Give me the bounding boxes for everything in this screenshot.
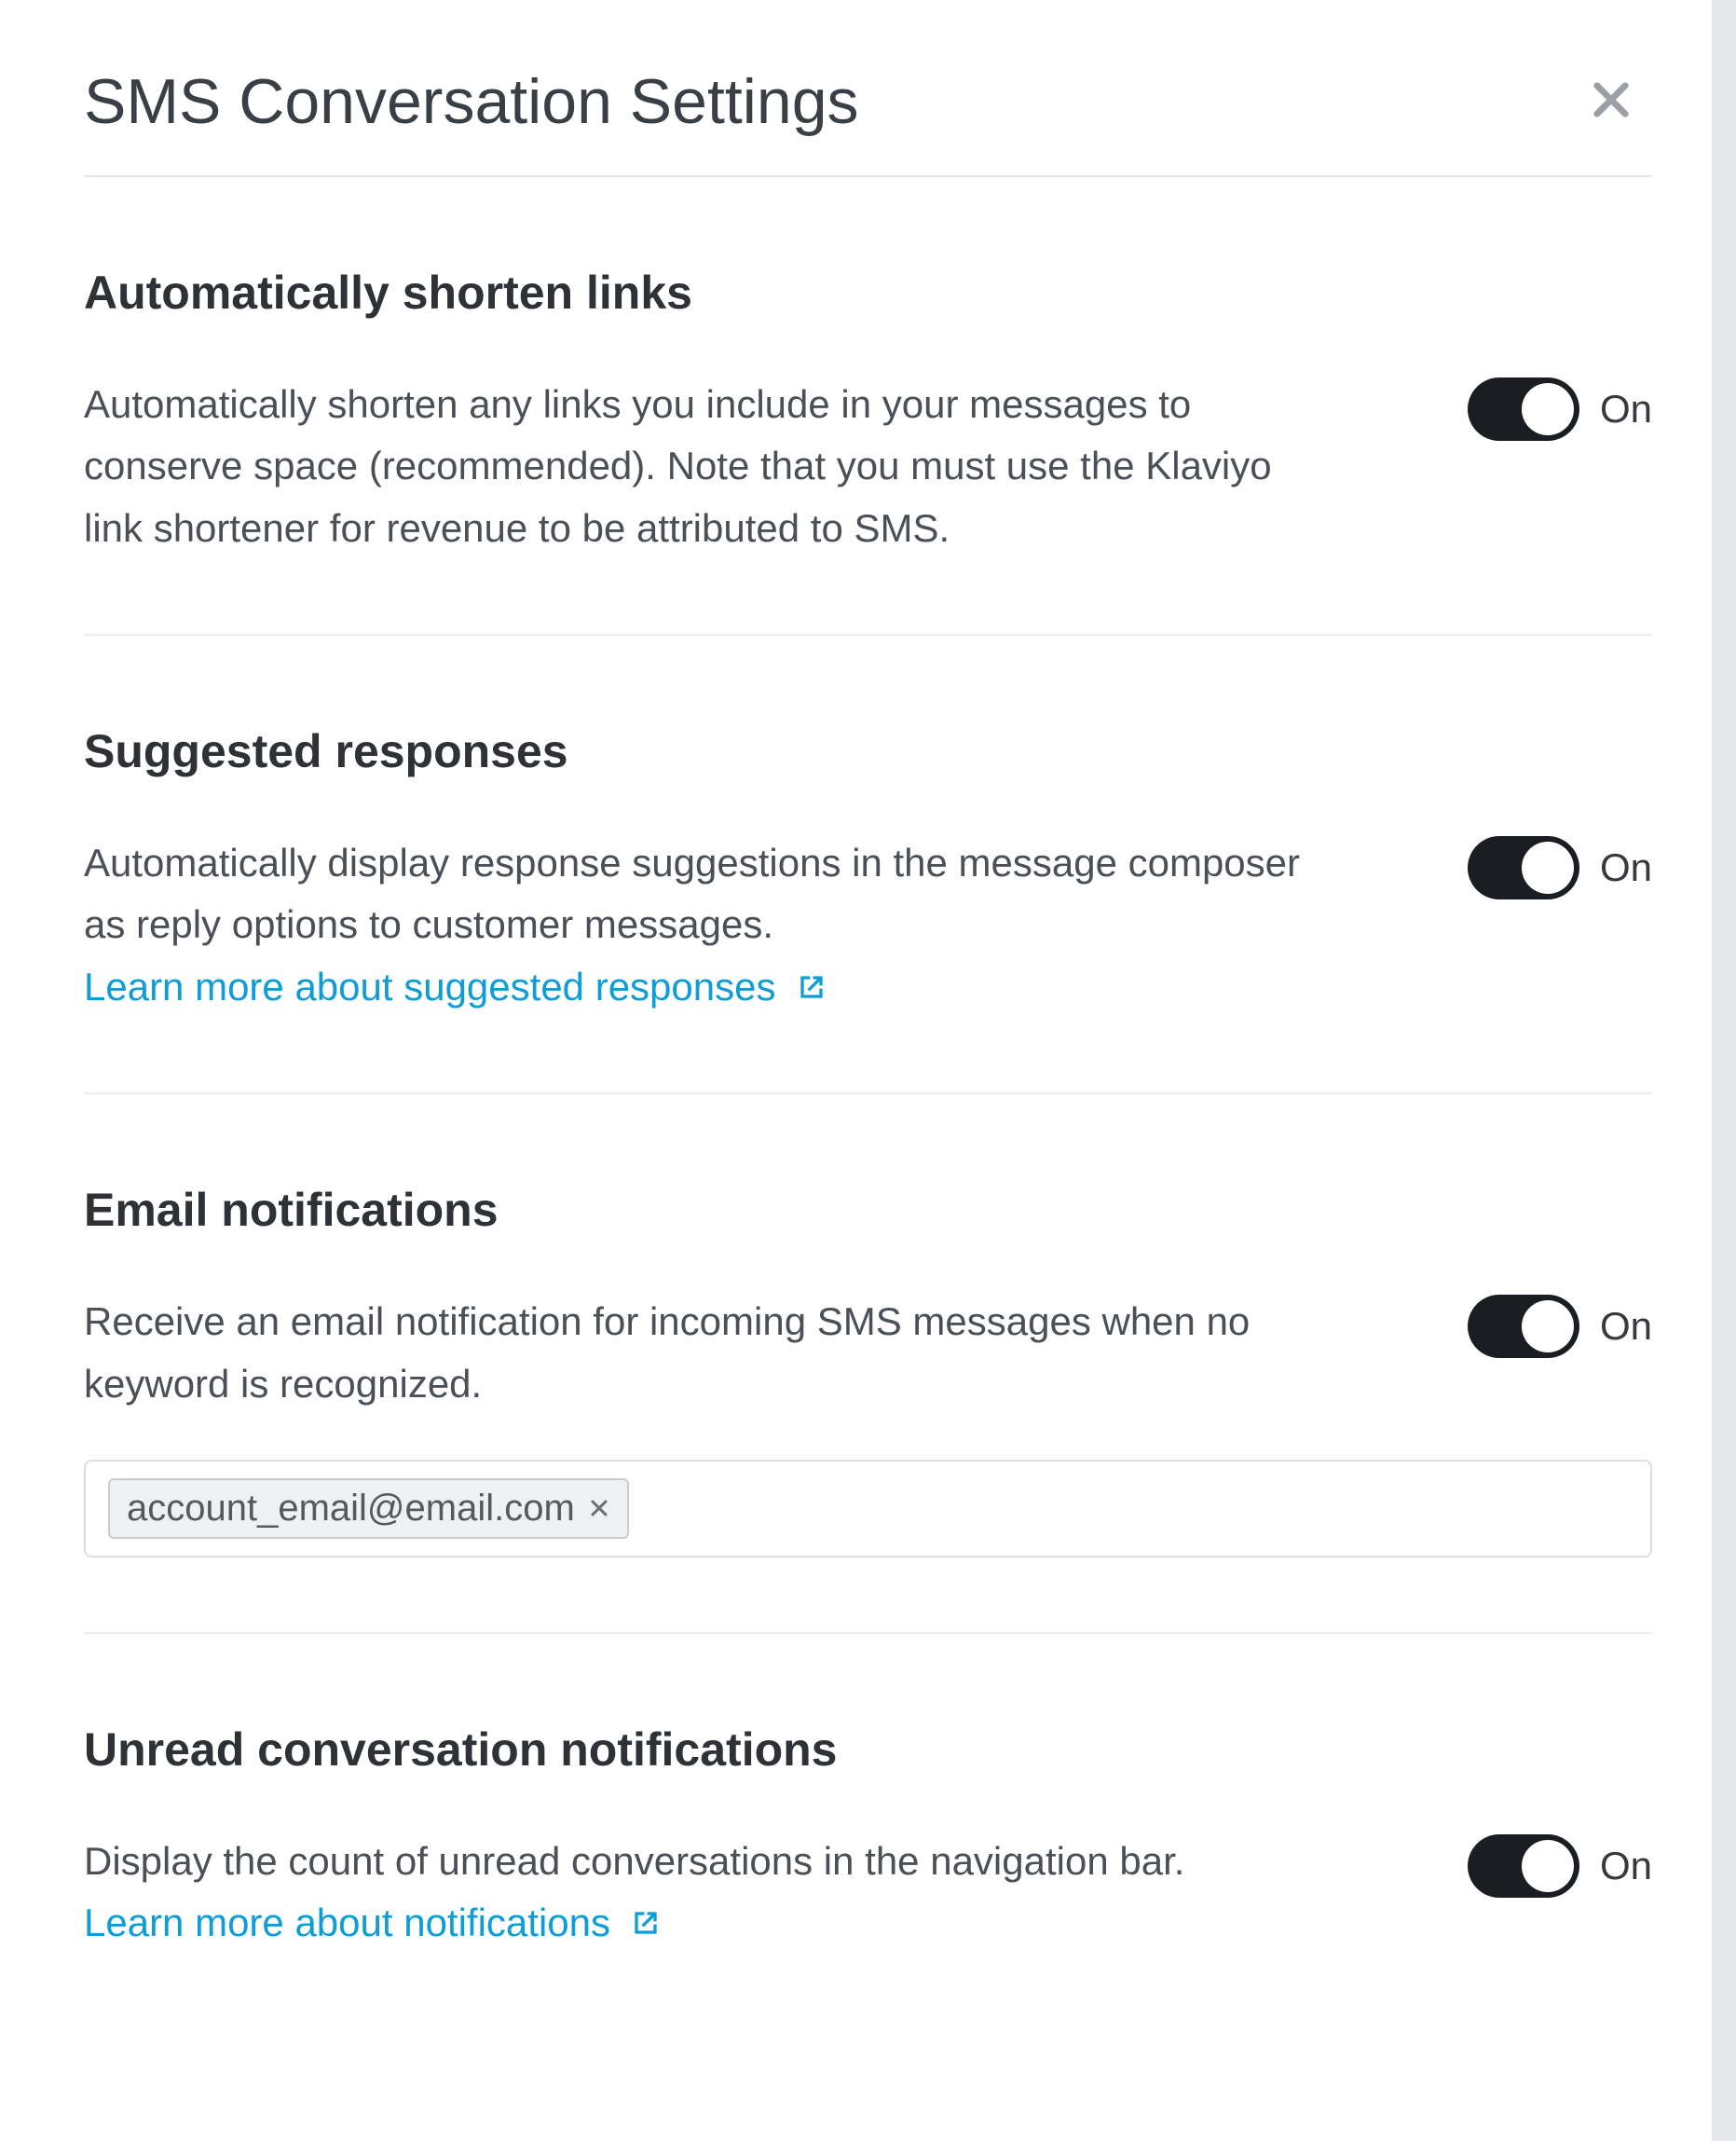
section-description-block: Display the count of unread conversation… [84,1831,1314,1955]
section-description: Receive an email notification for incomi… [84,1291,1314,1415]
external-link-icon [627,1904,664,1942]
toggle-group: On [1468,1831,1652,1898]
toggle-group: On [1468,832,1652,899]
section-description: Automatically shorten any links you incl… [84,374,1314,559]
toggle-group: On [1468,374,1652,441]
toggle-knob [1522,842,1574,894]
section-heading: Unread conversation notifications [84,1722,1652,1777]
section-heading: Suggested responses [84,724,1652,778]
email-recipients-input[interactable]: account_email@email.com [84,1460,1652,1558]
section-suggested-responses: Suggested responses Automatically displa… [84,636,1652,1094]
remove-email-chip-button[interactable] [588,1497,610,1519]
toggle-state-label: On [1600,845,1652,890]
link-text: Learn more about suggested responses [84,956,776,1018]
toggle-knob [1522,1300,1574,1352]
toggle-knob [1522,383,1574,435]
suggested-responses-toggle[interactable] [1468,836,1579,899]
toggle-group: On [1468,1291,1652,1358]
section-description: Display the count of unread conversation… [84,1839,1184,1883]
unread-notifications-toggle[interactable] [1468,1834,1579,1898]
close-button[interactable] [1587,75,1652,129]
toggle-state-label: On [1600,1844,1652,1888]
email-notifications-toggle[interactable] [1468,1295,1579,1358]
close-icon [1587,75,1635,129]
toggle-knob [1522,1840,1574,1892]
learn-more-notifications-link[interactable]: Learn more about notifications [84,1892,664,1954]
modal-header: SMS Conversation Settings [84,65,1652,177]
toggle-state-label: On [1600,387,1652,432]
section-heading: Email notifications [84,1183,1652,1237]
toggle-state-label: On [1600,1304,1652,1349]
section-email-notifications: Email notifications Receive an email not… [84,1094,1652,1634]
section-description: Automatically display response suggestio… [84,841,1300,946]
learn-more-suggested-responses-link[interactable]: Learn more about suggested responses [84,956,830,1018]
section-unread-notifications: Unread conversation notifications Displa… [84,1634,1652,2029]
email-chip-text: account_email@email.com [127,1488,575,1530]
section-heading: Automatically shorten links [84,266,1652,320]
scrollbar-track[interactable] [1712,0,1736,2141]
external-link-icon [793,968,830,1006]
shorten-links-toggle[interactable] [1468,377,1579,441]
modal-title: SMS Conversation Settings [84,65,859,138]
section-shorten-links: Automatically shorten links Automaticall… [84,177,1652,636]
email-chip: account_email@email.com [108,1478,629,1539]
section-description-block: Automatically display response suggestio… [84,832,1314,1018]
link-text: Learn more about notifications [84,1892,610,1954]
